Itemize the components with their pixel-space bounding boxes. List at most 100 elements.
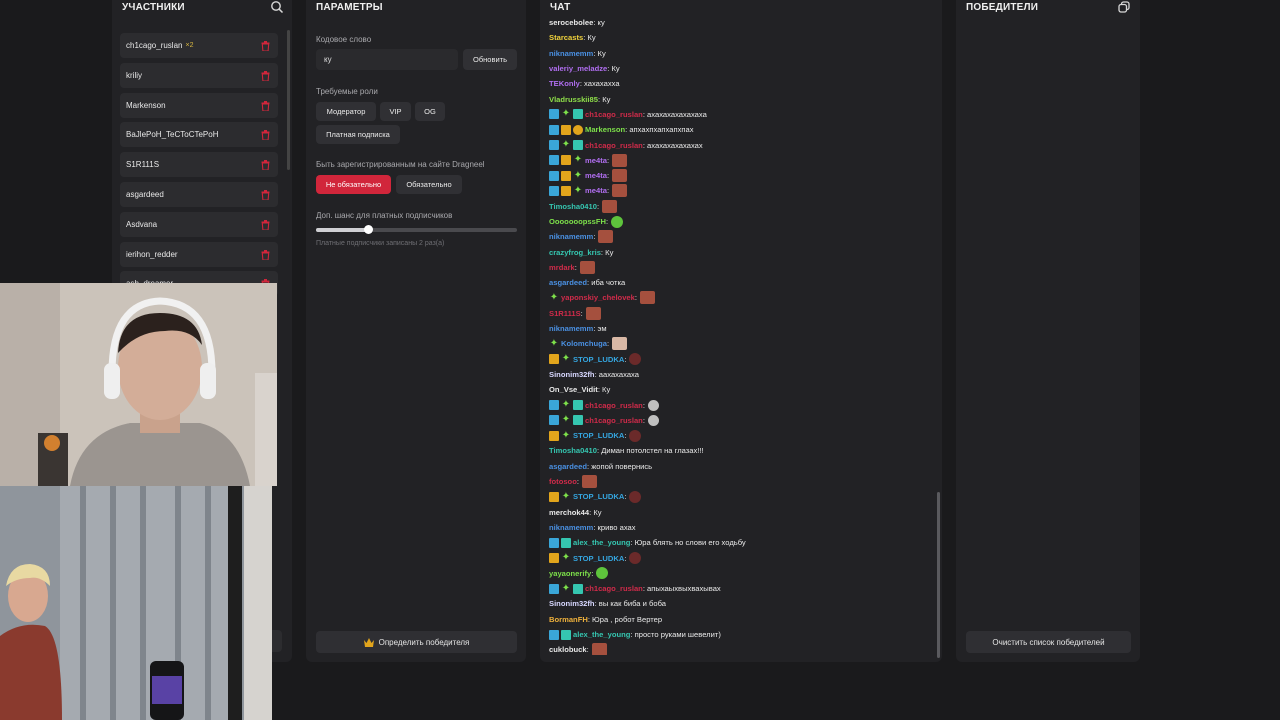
participant-item[interactable]: Markenson bbox=[120, 92, 278, 118]
chat-username[interactable]: asgardeed bbox=[549, 278, 587, 287]
chat-username[interactable]: S1R111S bbox=[549, 309, 581, 318]
chat-username[interactable]: yaponskiy_chelovek bbox=[561, 293, 635, 302]
chat-username[interactable]: Kolomchuga bbox=[561, 339, 607, 348]
chat-username[interactable]: ch1cago_ruslan bbox=[585, 141, 643, 150]
emote-icon bbox=[647, 414, 659, 426]
chat-message: ✦ ch1cago_ruslan: bbox=[549, 413, 929, 428]
chat-username[interactable]: TEKonly bbox=[549, 79, 580, 88]
chat-username[interactable]: BormanFH bbox=[549, 615, 588, 624]
code-word-input[interactable] bbox=[316, 49, 458, 70]
participant-item[interactable]: ierihon_redder bbox=[120, 241, 278, 267]
chat-username[interactable]: Starcasts bbox=[549, 33, 583, 42]
role-moderator-button[interactable]: Модератор bbox=[316, 102, 376, 121]
trash-icon[interactable] bbox=[261, 160, 270, 171]
emote-icon bbox=[581, 475, 597, 489]
role-paid-sub-button[interactable]: Платная подписка bbox=[316, 125, 400, 144]
chat-username[interactable]: niknamemm bbox=[549, 49, 593, 58]
trash-icon[interactable] bbox=[261, 41, 270, 51]
chat-username[interactable]: Sinonim32fh bbox=[549, 599, 595, 608]
chat-username[interactable]: serocebolee bbox=[549, 18, 593, 27]
participants-scrollbar[interactable] bbox=[287, 30, 290, 170]
chat-text: : хахахахха bbox=[579, 79, 620, 89]
chat-username[interactable]: ch1cago_ruslan bbox=[585, 401, 643, 410]
participants-list: ch1cago_ruslan ×2kriliy Markenson BaJlePoH_… bbox=[120, 33, 278, 301]
clear-winners-button[interactable]: Очистить список победителей bbox=[966, 631, 1131, 653]
trash-icon[interactable] bbox=[261, 219, 270, 230]
up-badge-icon bbox=[549, 415, 559, 426]
chat-username[interactable]: valeriy_meladze bbox=[549, 64, 607, 73]
chat-username[interactable]: niknamemm bbox=[549, 232, 593, 241]
chance-slider[interactable] bbox=[316, 225, 517, 234]
participant-item[interactable]: S1R111S bbox=[120, 152, 278, 178]
chat-username[interactable]: me4ta bbox=[585, 156, 607, 165]
chat-username[interactable]: OoooooopssFH bbox=[549, 217, 606, 226]
chat-scrollbar[interactable] bbox=[937, 492, 940, 658]
chat-username[interactable]: fotosoo bbox=[549, 477, 577, 486]
star-badge-icon: ✦ bbox=[561, 552, 571, 564]
chat-text: : вы как биба и боба bbox=[594, 599, 666, 609]
up-badge-icon bbox=[549, 155, 559, 166]
not-required-button[interactable]: Не обязательно bbox=[316, 175, 391, 194]
determine-winner-button[interactable]: Определить победителя bbox=[316, 631, 517, 653]
role-og-button[interactable]: OG bbox=[415, 102, 445, 121]
chat-username[interactable]: Timosha0410 bbox=[549, 202, 597, 211]
chat-message: ✦ me4ta: bbox=[549, 168, 929, 183]
role-vip-button[interactable]: VIP bbox=[380, 102, 411, 121]
required-button[interactable]: Обязательно bbox=[396, 175, 462, 194]
trash-icon[interactable] bbox=[261, 189, 270, 200]
chat-username[interactable]: STOP_LUDKA bbox=[573, 355, 624, 364]
chat-username[interactable]: merchok44 bbox=[549, 508, 589, 517]
chat-message: niknamemm: криво ахах bbox=[549, 520, 929, 535]
chat-username[interactable]: niknamemm bbox=[549, 324, 593, 333]
chat-username[interactable]: cuklobuck bbox=[549, 645, 587, 654]
trash-icon[interactable] bbox=[261, 249, 270, 260]
chat-username[interactable]: ch1cago_ruslan bbox=[585, 416, 643, 425]
refresh-button[interactable]: Обновить bbox=[463, 49, 517, 70]
chat-username[interactable]: ch1cago_ruslan bbox=[585, 584, 643, 593]
chat-username[interactable]: ch1cago_ruslan bbox=[585, 110, 643, 119]
chat-username[interactable]: niknamemm bbox=[549, 523, 593, 532]
chat-username[interactable]: On_Vse_Vidit bbox=[549, 385, 598, 394]
chat-username[interactable]: crazyfrog_kris bbox=[549, 248, 601, 257]
chat-username[interactable]: me4ta bbox=[585, 171, 607, 180]
chat-username[interactable]: mrdark bbox=[549, 263, 575, 272]
participant-item[interactable]: BaJlePoH_TeCToCTePoH bbox=[120, 122, 278, 148]
chat-message: alex_the_young: Юра блять но слови его х… bbox=[549, 535, 929, 550]
chat-username[interactable]: STOP_LUDKA bbox=[573, 492, 624, 501]
chat-username[interactable]: yayaonerify bbox=[549, 569, 591, 578]
chance-slider-knob[interactable] bbox=[363, 225, 373, 234]
chat-text: : Ку bbox=[593, 48, 606, 58]
participant-item[interactable]: ch1cago_ruslan ×2 bbox=[120, 33, 278, 58]
chat-text: : bbox=[606, 171, 610, 181]
chat-message: mrdark: bbox=[549, 260, 929, 275]
gift-badge-icon bbox=[573, 109, 583, 120]
chat-username[interactable]: alex_the_young bbox=[573, 538, 630, 547]
search-icon[interactable] bbox=[270, 0, 284, 14]
participant-item[interactable]: asgardeed bbox=[120, 181, 278, 207]
copy-icon[interactable] bbox=[1118, 1, 1130, 13]
chance-label: Доп. шанс для платных подписчиков bbox=[316, 211, 453, 220]
chat-text: : bbox=[642, 415, 645, 425]
chat-username[interactable]: asgardeed bbox=[549, 462, 587, 471]
chat-username[interactable]: alex_the_young bbox=[573, 630, 630, 639]
participant-item[interactable]: Asdvana bbox=[120, 211, 278, 237]
chat-message: ✦ STOP_LUDKA: bbox=[549, 428, 929, 443]
chat-message: ✦ ch1cago_ruslan: ахахахахахахах bbox=[549, 137, 929, 152]
trash-icon[interactable] bbox=[261, 70, 270, 81]
chat-username[interactable]: STOP_LUDKA bbox=[573, 431, 624, 440]
participant-item[interactable]: kriliy bbox=[120, 62, 278, 88]
chat-username[interactable]: Timosha0410 bbox=[549, 446, 597, 455]
chat-text: : ку bbox=[593, 18, 605, 28]
chat-username[interactable]: Sinonim32fh bbox=[549, 370, 595, 379]
up-badge-icon bbox=[549, 400, 559, 411]
chat-username[interactable]: Markenson bbox=[585, 125, 625, 134]
chat-username[interactable]: Vladrusskii85 bbox=[549, 95, 598, 104]
emote-icon bbox=[612, 337, 628, 351]
up-badge-icon bbox=[549, 629, 559, 640]
crown-badge-icon bbox=[549, 491, 559, 502]
chat-text: : Ку bbox=[607, 64, 620, 74]
trash-icon[interactable] bbox=[261, 100, 270, 111]
chat-username[interactable]: STOP_LUDKA bbox=[573, 554, 624, 563]
trash-icon[interactable] bbox=[261, 130, 270, 141]
chat-username[interactable]: me4ta bbox=[585, 186, 607, 195]
